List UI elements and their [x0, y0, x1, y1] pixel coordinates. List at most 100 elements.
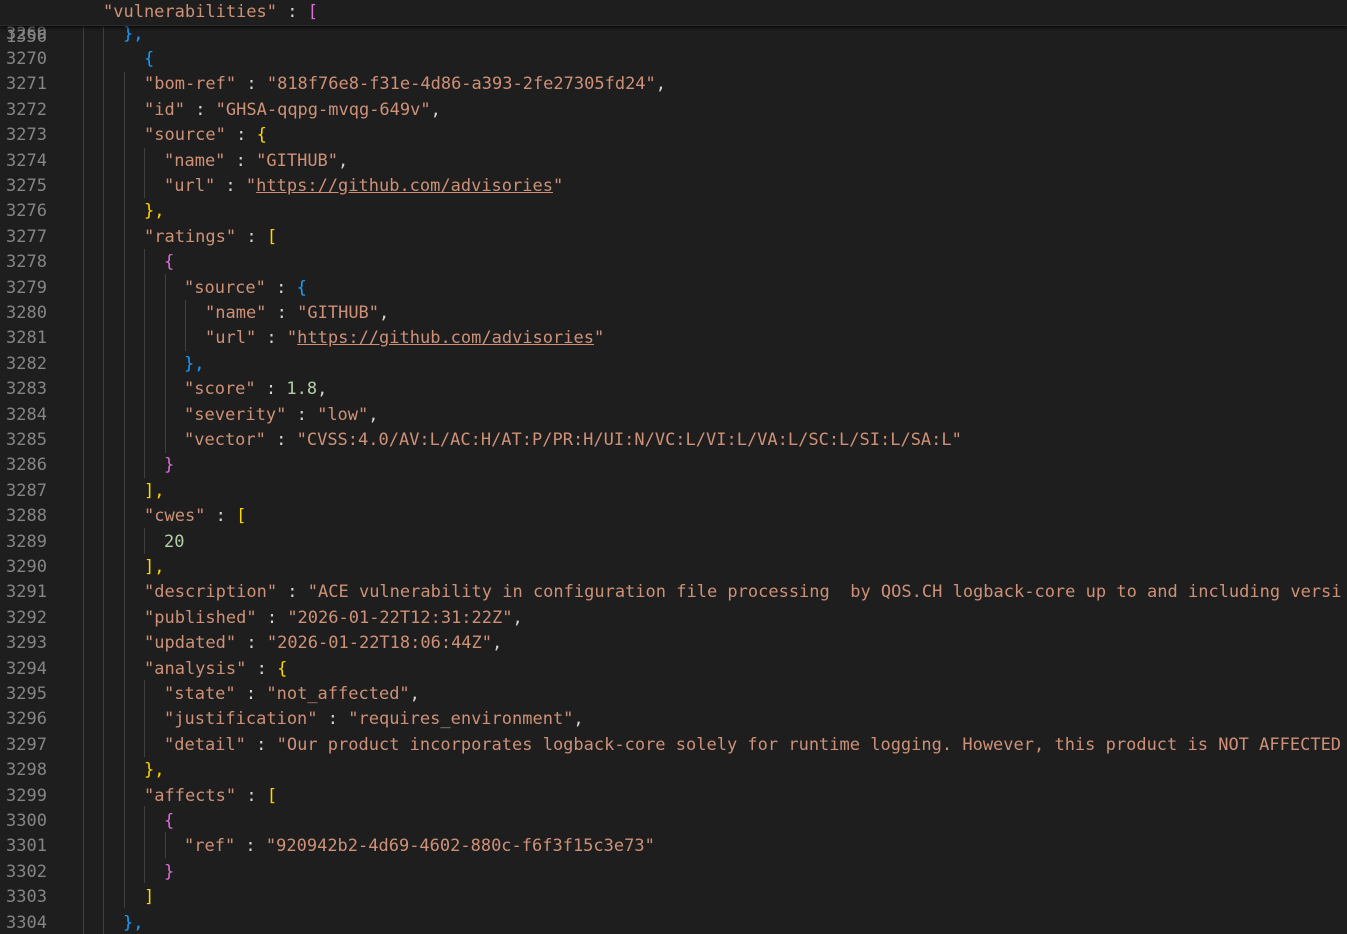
code-token: : — [236, 633, 267, 654]
code-line[interactable]: 3278 { — [0, 250, 1347, 275]
code-line[interactable]: 3291 "description" : "ACE vulnerability i… — [0, 580, 1347, 605]
code-token: { — [164, 810, 175, 831]
code-token: "severity" — [184, 404, 287, 425]
line-number: 3277 — [6, 226, 47, 247]
code-token: : — [245, 734, 277, 755]
url-link[interactable]: https://github.com/advisories — [297, 328, 594, 348]
line-code: "justification" : "requires_environment"… — [164, 707, 584, 732]
code-token: "source" — [144, 125, 226, 146]
line-number: 3286 — [6, 455, 47, 476]
code-line[interactable]: 3275 "url" : "https://github.com/advisori… — [0, 174, 1347, 199]
code-token: " — [286, 328, 298, 349]
line-number: 3296 — [6, 709, 47, 730]
code-line[interactable]: 3298}, — [0, 758, 1347, 783]
code-line[interactable]: 3290], — [0, 555, 1347, 580]
code-token: ], — [144, 480, 165, 501]
code-line[interactable]: 3282}, — [0, 352, 1347, 377]
code-token: , — [512, 607, 523, 628]
code-line[interactable]: 3294 "analysis" : { — [0, 657, 1347, 682]
code-token: "bom-ref" — [144, 74, 237, 95]
code-line[interactable]: 3303] — [0, 885, 1347, 910]
code-editor[interactable]: 1356 "vulnerabilities" : [ 3269}, 3270{32… — [0, 0, 1347, 934]
code-line[interactable]: 3277 "ratings" : [ — [0, 225, 1347, 250]
code-token: ] — [144, 887, 155, 908]
code-line[interactable]: 3271 "bom-ref" : "818f76e8-f31e-4d86-a393… — [0, 72, 1347, 97]
code-token: "ACE vulnerability in configuration file… — [307, 582, 1342, 603]
code-token: , — [655, 74, 667, 95]
code-token: { — [144, 48, 155, 69]
code-token: : — [265, 277, 297, 298]
code-token: "score" — [184, 379, 256, 400]
code-token: : — [225, 125, 257, 146]
code-line[interactable]: 3274 "name" : "GITHUB", — [0, 149, 1347, 174]
code-line[interactable]: 3295 "state" : "not_affected", — [0, 682, 1347, 707]
code-line[interactable]: 3276}, — [0, 199, 1347, 224]
code-token: "cwes" — [144, 506, 206, 527]
url-link[interactable]: https://github.com/advisories — [256, 176, 553, 196]
line-number: 3299 — [6, 785, 47, 806]
line-code: ], — [144, 479, 164, 504]
line-code: "cwes" : [ — [144, 504, 246, 529]
code-line[interactable]: 3281 "url" : "https://github.com/advisori… — [0, 326, 1347, 351]
code-line[interactable]: 3301 "ref" : "920942b2-4d69-4602-880c-f6f… — [0, 834, 1347, 859]
code-token: "url" — [205, 328, 257, 349]
line-code: "source" : { — [184, 276, 307, 301]
line-code: } — [164, 453, 174, 478]
code-line[interactable]: 3270{ — [0, 47, 1347, 72]
code-token: : — [317, 709, 349, 730]
code-line[interactable]: 3296 "justification" : "requires_environm… — [0, 707, 1347, 732]
code-line[interactable]: 3279 "source" : { — [0, 276, 1347, 301]
line-number: 3295 — [6, 683, 47, 704]
indent-guide — [165, 832, 166, 858]
line-number: 3283 — [6, 379, 47, 400]
code-token: [ — [266, 226, 278, 247]
code-line[interactable]: 3292 "published" : "2026-01-22T12:31:22Z"… — [0, 606, 1347, 631]
line-number: 3273 — [6, 125, 47, 146]
code-line[interactable]: 3288 "cwes" : [ — [0, 504, 1347, 529]
code-line[interactable]: 3299 "affects" : [ — [0, 784, 1347, 809]
code-token: "GITHUB" — [256, 150, 339, 171]
line-code: "ref" : "920942b2-4d69-4602-880c-f6f3f15… — [184, 834, 655, 859]
code-line[interactable]: 3273 "source" : { — [0, 123, 1347, 148]
line-code: { — [164, 809, 174, 834]
code-token: "id" — [144, 99, 185, 120]
line-code: 20 — [164, 530, 184, 555]
line-number: 3303 — [6, 887, 47, 908]
code-token: "ref" — [184, 836, 236, 857]
code-token: : — [286, 404, 318, 425]
code-line[interactable]: 3297 "detail" : "Our product incorporates… — [0, 733, 1347, 758]
line-code: }, — [144, 199, 164, 224]
code-line[interactable]: 3287], — [0, 479, 1347, 504]
code-token: : — [277, 582, 308, 603]
line-code: "state" : "not_affected", — [164, 682, 420, 707]
code-line[interactable]: 3293 "updated" : "2026-01-22T18:06:44Z", — [0, 631, 1347, 656]
line-number: 3284 — [6, 404, 47, 425]
line-number: 3302 — [6, 861, 47, 882]
code-token: "description" — [144, 582, 278, 603]
line-code: "description" : "ACE vulnerability in co… — [144, 580, 1342, 605]
line-code: "source" : { — [144, 123, 267, 148]
code-line[interactable]: 3284 "severity" : "low", — [0, 403, 1347, 428]
code-token: : — [184, 99, 216, 120]
line-code: ], — [144, 555, 164, 580]
code-token: "CVSS:4.0/AV:L/AC:H/AT:P/PR:H/UI:N/VC:L/… — [296, 429, 962, 450]
code-token: : — [256, 607, 288, 628]
code-line[interactable]: 3289 20 — [0, 530, 1347, 555]
code-token: : — [236, 74, 267, 95]
code-line[interactable]: 3285 "vector" : "CVSS:4.0/AV:L/AC:H/AT:P/… — [0, 428, 1347, 453]
sticky-scroll-header[interactable]: 1356 "vulnerabilities" : [ — [0, 0, 1347, 47]
code-token: , — [379, 302, 390, 323]
code-line[interactable]: 3302} — [0, 860, 1347, 885]
code-line[interactable]: 3300 { — [0, 809, 1347, 834]
code-line[interactable]: 3283 "score" : 1.8, — [0, 377, 1347, 402]
code-token: " — [552, 175, 564, 196]
code-line[interactable]: 3286} — [0, 453, 1347, 478]
code-token: }, — [184, 353, 205, 374]
code-line[interactable]: 3272 "id" : "GHSA-qqpg-mvqg-649v", — [0, 98, 1347, 123]
code-token: : — [225, 150, 257, 171]
code-token: , — [430, 99, 441, 120]
code-line[interactable]: 3280 "name" : "GITHUB", — [0, 301, 1347, 326]
line-code: { — [164, 250, 174, 275]
code-token: 20 — [164, 531, 185, 552]
code-line[interactable]: 3304}, — [0, 911, 1347, 934]
